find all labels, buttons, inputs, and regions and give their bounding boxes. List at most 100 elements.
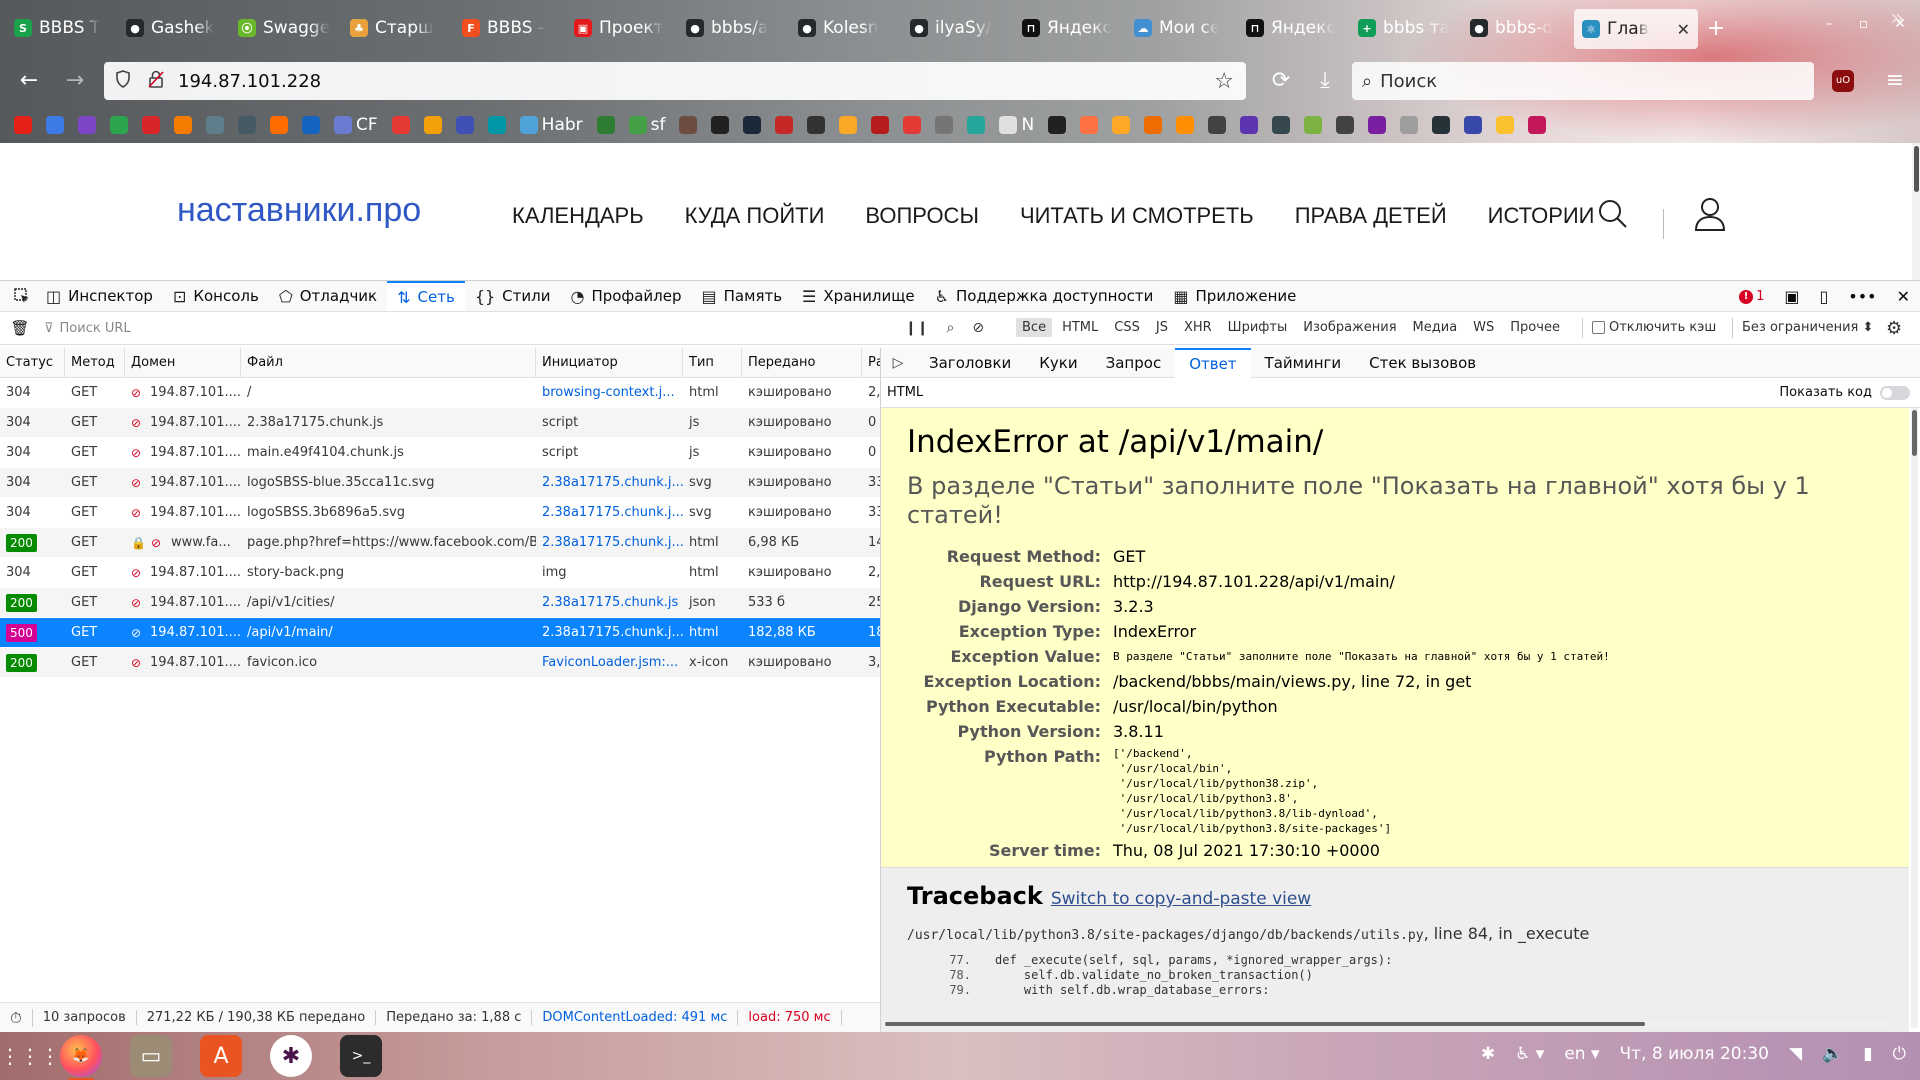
devtools-tab[interactable]: ⬠ Отладчик	[269, 281, 387, 311]
response-horizontal-scrollbar[interactable]	[885, 1021, 1895, 1027]
search-bar[interactable]: ⌕ Поиск	[1352, 62, 1814, 100]
browser-tab[interactable]: ▣ Проект	[566, 8, 678, 48]
bookmark-item[interactable]: sf	[628, 115, 665, 135]
bookmark-item[interactable]	[1208, 116, 1227, 134]
bookmark-item[interactable]	[110, 116, 128, 134]
request-initiator[interactable]: FaviconLoader.jsm:...	[542, 655, 678, 670]
details-tab[interactable]: Тайминги	[1251, 348, 1356, 378]
tracking-shield-icon[interactable]	[104, 70, 142, 92]
column-header[interactable]: Метод	[65, 348, 125, 377]
bookmark-item[interactable]	[871, 116, 890, 134]
request-row[interactable]: 304 GET ⊘ 194.87.101.... logoSBSS.3b6896a5.s…	[0, 498, 880, 528]
response-vertical-scrollbar[interactable]	[1911, 408, 1918, 1028]
bookmark-item[interactable]	[1176, 116, 1195, 134]
browser-tab[interactable]: ☁ Мои се	[1126, 8, 1238, 48]
type-filter-button[interactable]: HTML	[1056, 318, 1104, 337]
url-filter-input[interactable]: ⊽ Поиск URL	[44, 321, 131, 336]
request-row[interactable]: 304 GET ⊘ 194.87.101.... / browsing-context.j…	[0, 378, 880, 408]
show-code-toggle[interactable]: Показать код	[1779, 385, 1910, 400]
type-filter-button[interactable]: JS	[1150, 318, 1174, 337]
bookmark-item[interactable]	[1144, 116, 1163, 134]
bookmark-item[interactable]	[174, 116, 192, 134]
bookmark-item[interactable]	[1080, 116, 1099, 134]
bookmark-item[interactable]	[1336, 116, 1355, 134]
site-nav-item[interactable]: КУДА ПОЙТИ	[685, 203, 825, 229]
devtools-tab[interactable]: ▦ Приложение	[1163, 281, 1306, 311]
bookmark-item[interactable]	[206, 116, 224, 134]
clear-requests-icon[interactable]: 🗑	[0, 319, 40, 337]
bookmark-item[interactable]	[302, 116, 320, 134]
split-console-icon[interactable]: ▣	[1784, 287, 1799, 306]
bookmark-item[interactable]	[46, 116, 64, 134]
request-initiator[interactable]: browsing-context.j...	[542, 385, 675, 400]
browser-tab[interactable]: ● ilyaSy/	[902, 8, 1014, 48]
site-nav-item[interactable]: ИСТОРИИ	[1488, 203, 1595, 229]
browser-tab[interactable]: ● Kolesn	[790, 8, 902, 48]
bookmark-item[interactable]	[1368, 116, 1387, 134]
bookmark-item[interactable]	[142, 116, 160, 134]
volume-icon[interactable]: 🔈	[1822, 1044, 1843, 1064]
slack-tray-icon[interactable]: ✱	[1481, 1044, 1495, 1064]
bookmark-item[interactable]	[839, 116, 858, 134]
details-tab[interactable]: Стек вызовов	[1355, 348, 1490, 378]
maximize-icon[interactable]: ▫	[1859, 16, 1869, 32]
bookmark-item[interactable]: Habr	[519, 115, 583, 135]
request-row[interactable]: 200 GET ⊘ 194.87.101.... /api/v1/cities/2.38…	[0, 588, 880, 618]
error-count-badge[interactable]: ! 1	[1739, 289, 1764, 304]
bookmark-item[interactable]	[391, 116, 410, 134]
bookmark-item[interactable]	[596, 116, 615, 134]
bookmark-item[interactable]	[455, 116, 474, 134]
browser-tab[interactable]: ● bbbs-d	[1462, 8, 1574, 48]
request-initiator[interactable]: 2.38a17175.chunk.j...	[542, 535, 683, 550]
browser-tab[interactable]: F BBBS –	[454, 8, 566, 48]
slack-dock-icon[interactable]: ✱	[270, 1035, 312, 1077]
bookmark-star-icon[interactable]: ☆	[1214, 69, 1234, 94]
browser-tab[interactable]: ⚛ Глав ✕	[1574, 9, 1698, 49]
accessibility-tray-icon[interactable]: ♿ ▾	[1515, 1044, 1544, 1064]
toggle-sidebar-icon[interactable]: ▷	[881, 355, 915, 371]
browser-tab[interactable]: + bbbs та	[1350, 8, 1462, 48]
terminal-dock-icon[interactable]: >_	[340, 1035, 382, 1077]
bookmark-item[interactable]	[1496, 116, 1515, 134]
bookmark-item[interactable]	[78, 116, 96, 134]
firefox-dock-icon[interactable]: 🦊	[60, 1035, 102, 1080]
type-filter-button[interactable]: CSS	[1108, 318, 1146, 337]
request-row[interactable]: 200 GET ⊘ 194.87.101.... favicon.ico FaviconL…	[0, 648, 880, 678]
files-dock-icon[interactable]: ▭	[130, 1035, 172, 1077]
minimize-icon[interactable]: –	[1826, 16, 1833, 32]
close-devtools-icon[interactable]: ✕	[1897, 287, 1910, 306]
type-filter-button[interactable]: Все	[1016, 318, 1053, 337]
request-initiator[interactable]: 2.38a17175.chunk.j...	[542, 505, 683, 520]
details-tab[interactable]: Запрос	[1092, 348, 1176, 378]
browser-tab[interactable]: ⊓ Яндекс	[1014, 8, 1126, 48]
performance-icon[interactable]: ⏱	[0, 1008, 33, 1027]
search-requests-icon[interactable]: ⌕	[946, 320, 954, 336]
bookmark-item[interactable]	[679, 116, 698, 134]
bookmark-item[interactable]	[807, 116, 826, 134]
devtools-tab[interactable]: ⇅ Сеть	[387, 281, 465, 311]
bookmark-item[interactable]	[1048, 116, 1067, 134]
bookmark-item[interactable]	[1304, 116, 1323, 134]
forward-button[interactable]: →	[54, 62, 96, 98]
battery-icon[interactable]: ▮	[1863, 1044, 1872, 1064]
request-initiator[interactable]: 2.38a17175.chunk.j...	[542, 625, 683, 640]
request-row[interactable]: 304 GET ⊘ 194.87.101.... 2.38a17175.chunk.js…	[0, 408, 880, 438]
request-row[interactable]: 304 GET ⊘ 194.87.101.... logoSBSS-blue.35cca…	[0, 468, 880, 498]
site-nav-item[interactable]: ВОПРОСЫ	[865, 203, 979, 229]
devtools-tab[interactable]: ◔ Профайлер	[560, 281, 691, 311]
bookmark-item[interactable]	[743, 116, 762, 134]
request-initiator[interactable]: 2.38a17175.chunk.j...	[542, 475, 683, 490]
type-filter-button[interactable]: Прочее	[1504, 318, 1566, 337]
column-header[interactable]: Статус	[0, 348, 65, 377]
tab-close-icon[interactable]: ✕	[1677, 20, 1690, 39]
block-icon[interactable]: ⊘	[972, 320, 984, 336]
browser-tab[interactable]: ⊓ Яндекс	[1238, 8, 1350, 48]
disable-cache-checkbox[interactable]: Отключить кэш	[1592, 320, 1716, 335]
keyboard-language[interactable]: en ▾	[1564, 1044, 1599, 1064]
bookmark-item[interactable]	[1400, 116, 1419, 134]
bookmark-item[interactable]	[487, 116, 506, 134]
request-row[interactable]: 304 GET ⊘ 194.87.101.... story-back.png img ht…	[0, 558, 880, 588]
type-filter-button[interactable]: XHR	[1178, 318, 1218, 337]
page-scrollbar[interactable]	[1912, 143, 1920, 280]
request-row[interactable]: 304 GET ⊘ 194.87.101.... main.e49f4104.chunk…	[0, 438, 880, 468]
